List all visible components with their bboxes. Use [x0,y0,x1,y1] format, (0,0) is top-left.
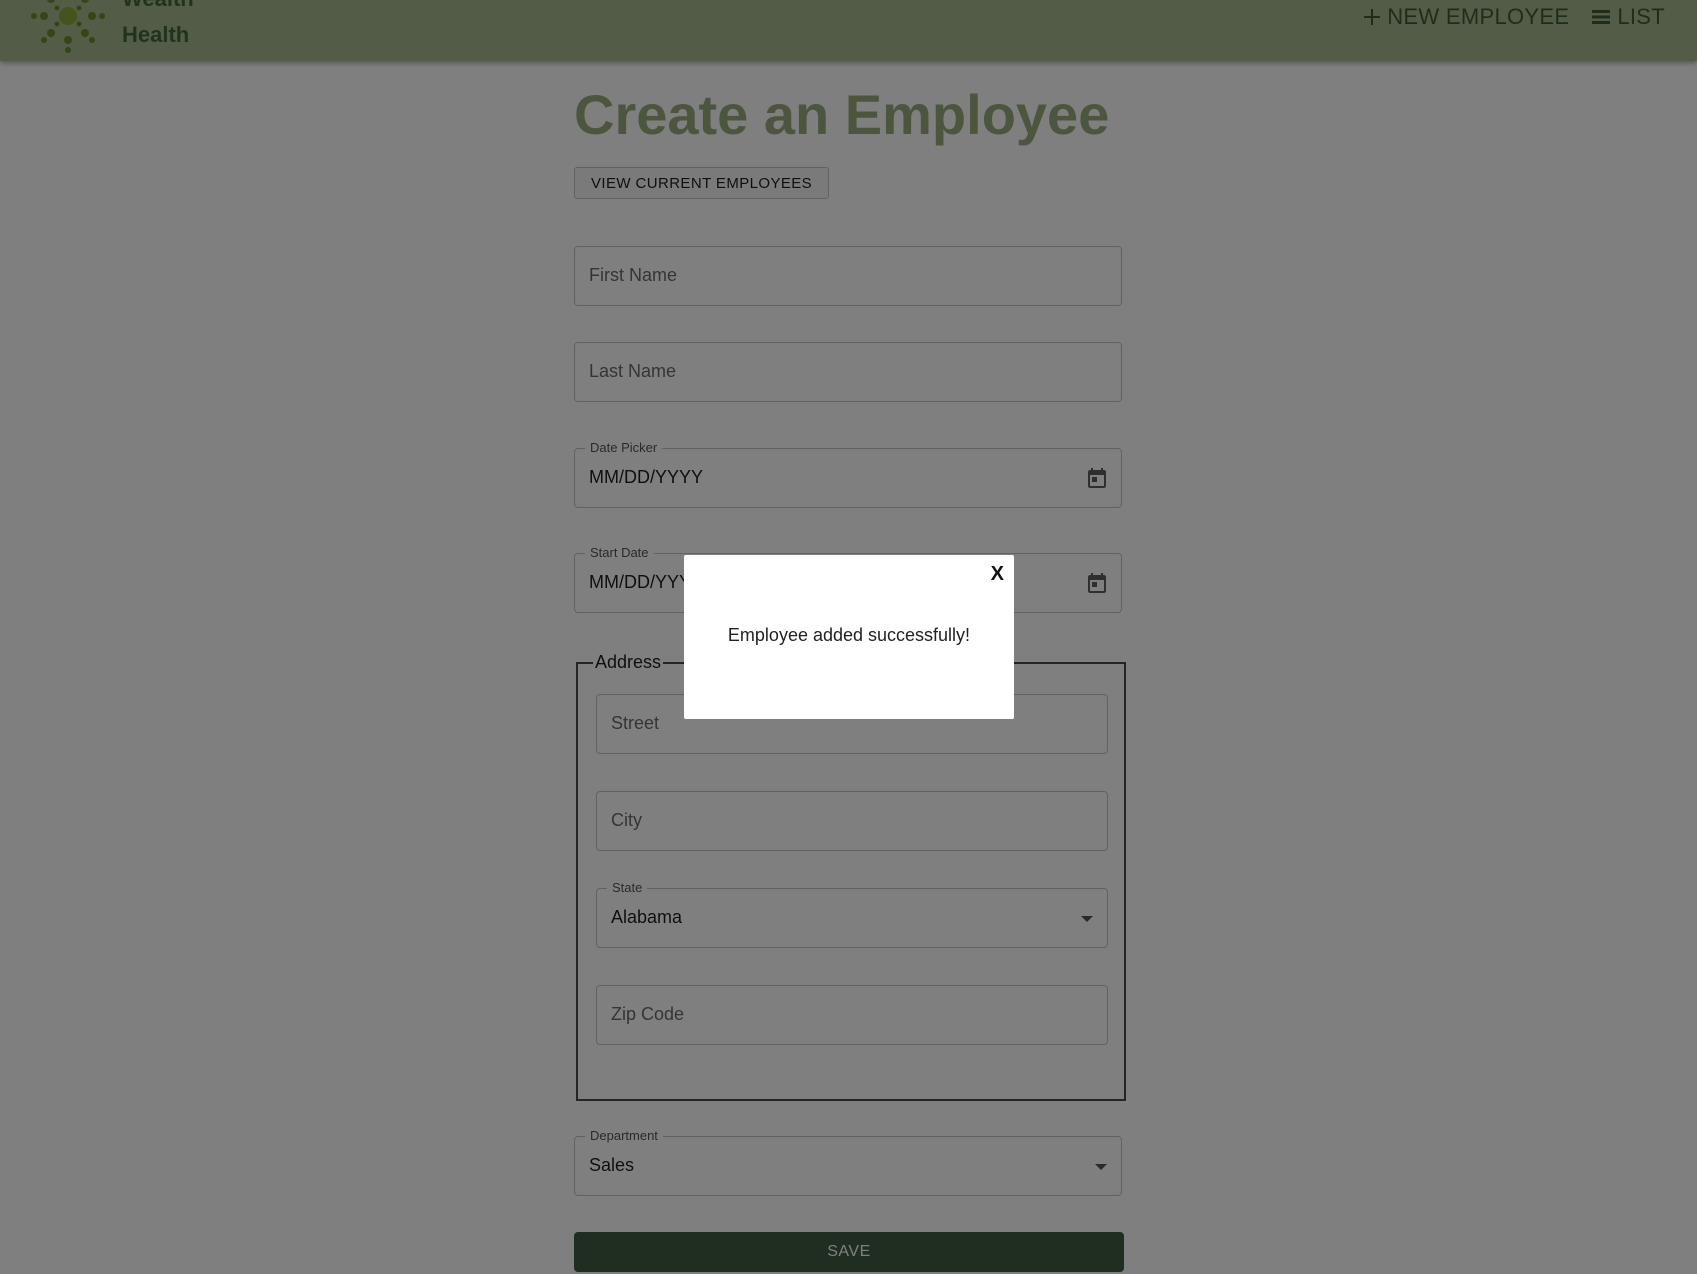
modal-message: Employee added successfully! [727,625,971,645]
success-modal: X Employee added successfully! [684,555,1014,719]
modal-close-button[interactable]: X [991,563,1004,586]
